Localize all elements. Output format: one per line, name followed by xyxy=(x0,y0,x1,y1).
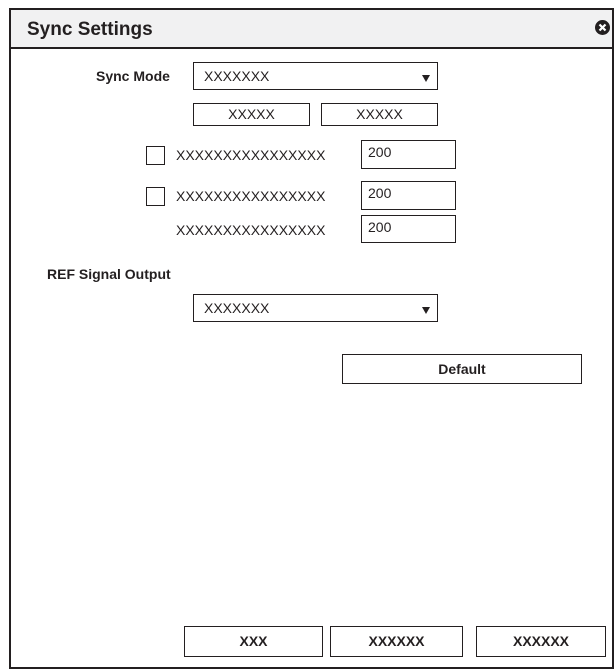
chevron-down-icon xyxy=(422,307,430,314)
row-2-label: XXXXXXXXXXXXXXXX xyxy=(176,188,326,204)
sync-mode-selected-value: XXXXXXX xyxy=(204,68,270,84)
sync-mode-select[interactable]: XXXXXXX xyxy=(193,62,438,90)
sync-mode-label: Sync Mode xyxy=(96,68,170,84)
cancel-button[interactable]: XXXXXX xyxy=(330,626,463,657)
row-1-value-input[interactable]: 200 xyxy=(361,140,456,169)
sync-mode-button-2[interactable]: XXXXX xyxy=(321,103,438,126)
ref-signal-selected-value: XXXXXXX xyxy=(204,300,270,316)
apply-button[interactable]: XXXXXX xyxy=(476,626,606,657)
close-icon[interactable] xyxy=(595,20,610,35)
row-1-label: XXXXXXXXXXXXXXXX xyxy=(176,147,326,163)
row-3-label: XXXXXXXXXXXXXXXX xyxy=(176,222,326,238)
row-3-value-input[interactable]: 200 xyxy=(361,215,456,243)
row-3-value: 200 xyxy=(368,219,392,235)
sync-mode-button-1[interactable]: XXXXX xyxy=(193,103,310,126)
ref-signal-output-select[interactable]: XXXXXXX xyxy=(193,294,438,322)
row-1-checkbox[interactable] xyxy=(146,146,165,165)
chevron-down-icon xyxy=(422,75,430,82)
dialog-title: Sync Settings xyxy=(27,19,153,40)
row-1-value: 200 xyxy=(368,144,392,160)
ok-button[interactable]: XXX xyxy=(184,626,323,657)
row-2-value-input[interactable]: 200 xyxy=(361,181,456,210)
ref-signal-output-label: REF Signal Output xyxy=(47,266,171,282)
title-bar: Sync Settings xyxy=(11,10,612,49)
sync-settings-dialog: Sync Settings xyxy=(9,8,614,669)
row-2-checkbox[interactable] xyxy=(146,187,165,206)
row-2-value: 200 xyxy=(368,185,392,201)
default-button[interactable]: Default xyxy=(342,354,582,384)
